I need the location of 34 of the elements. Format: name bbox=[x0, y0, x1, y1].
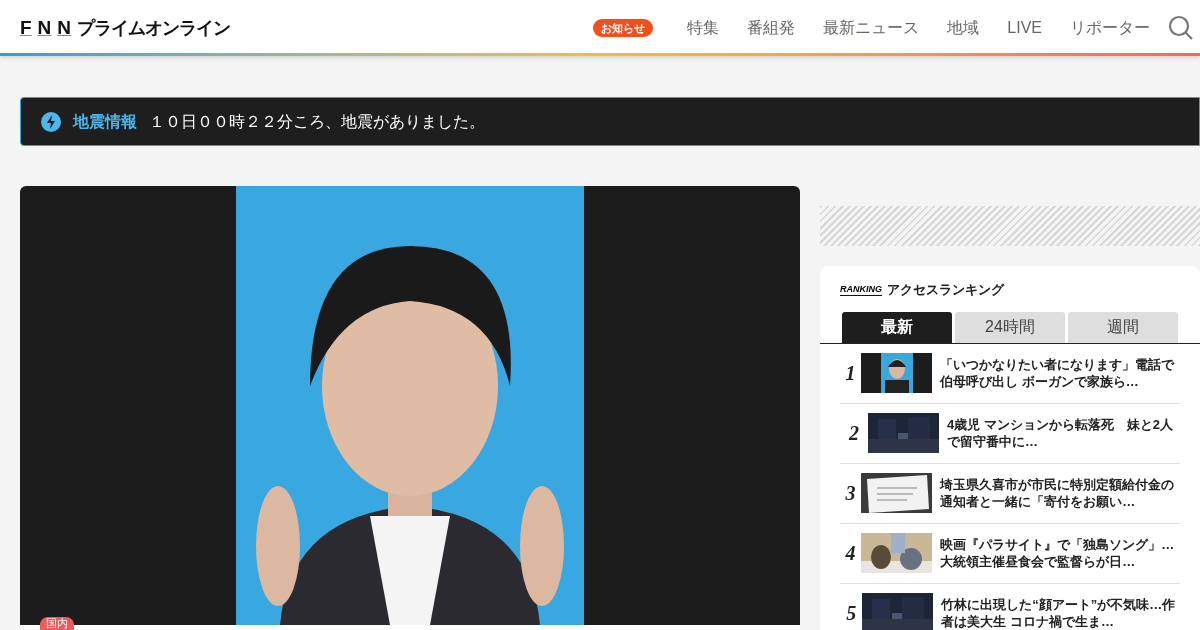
rank-number: 4 bbox=[844, 541, 857, 566]
alert-bar[interactable]: 地震情報 １０日００時２２分ころ、地震がありました。 bbox=[20, 97, 1200, 146]
alert-message: １０日００時２２分ころ、地震がありました。 bbox=[149, 111, 485, 132]
ranking-title: アクセスランキング bbox=[887, 281, 1004, 299]
category-badge: 国内 bbox=[40, 617, 74, 630]
article-title: 竹林に出現した“顔アート”が不気味…作者は美大生 コロナ禍で生ま… bbox=[941, 596, 1177, 630]
ranking-item[interactable]: 4 映画『パラサイト』で「独島ソング」…大統領主催昼食会で監督らが日… bbox=[840, 523, 1180, 584]
notice-badge[interactable]: お知らせ bbox=[593, 18, 654, 38]
nav-link[interactable]: リポーター bbox=[1056, 16, 1164, 40]
ranking-tab[interactable]: 週間 bbox=[1068, 311, 1178, 343]
site-logo[interactable]: F N N プライムオンライン bbox=[20, 13, 231, 43]
ranking-tab[interactable]: 最新 bbox=[842, 311, 952, 343]
ranking-tab[interactable]: 24時間 bbox=[955, 311, 1065, 343]
ranking-item[interactable]: 5 竹林に出現した“顔アート”が不気味…作者は美大生 コロナ禍で生ま… bbox=[840, 583, 1180, 630]
lightning-icon bbox=[41, 111, 61, 132]
rank-number: 2 bbox=[847, 421, 860, 446]
article-title: 映画『パラサイト』で「独島ソング」…大統領主催昼食会で監督らが日… bbox=[940, 536, 1176, 570]
nav-link[interactable]: 最新ニュース bbox=[809, 16, 934, 40]
ranking-item[interactable]: 2 4歳児 マンションから転落死 妹と2人で留守番中に… bbox=[840, 403, 1180, 464]
rank-number: 1 bbox=[844, 361, 857, 386]
ranking-item[interactable]: 1 「いつかなりたい者になります」電話で伯母呼び出し ボーガンで家族ら… bbox=[840, 343, 1180, 404]
ranking-item[interactable]: 3 埼玉県久喜市が市民に特別定額給付金の通知者と一緒に「寄付をお願い… bbox=[840, 463, 1180, 524]
nav-link[interactable]: 地域 bbox=[933, 16, 994, 40]
nav-link[interactable]: 特集 bbox=[673, 16, 734, 40]
article-title: 4歳児 マンションから転落死 妹と2人で留守番中に… bbox=[946, 416, 1174, 450]
alert-label: 地震情報 bbox=[73, 111, 137, 132]
ranking-logo: RANKING bbox=[840, 283, 882, 296]
rank-number: 5 bbox=[845, 601, 858, 626]
search-icon[interactable] bbox=[1168, 15, 1194, 41]
nav-link[interactable]: LIVE bbox=[993, 16, 1056, 40]
article-title: 「いつかなりたい者になります」電話で伯母呼び出し ボーガンで家族ら… bbox=[940, 356, 1176, 390]
article-title: 埼玉県久喜市が市民に特別定額給付金の通知者と一緒に「寄付をお願い… bbox=[940, 476, 1176, 510]
rank-number: 3 bbox=[844, 481, 857, 506]
nav-link[interactable]: 番組発 bbox=[733, 16, 810, 40]
